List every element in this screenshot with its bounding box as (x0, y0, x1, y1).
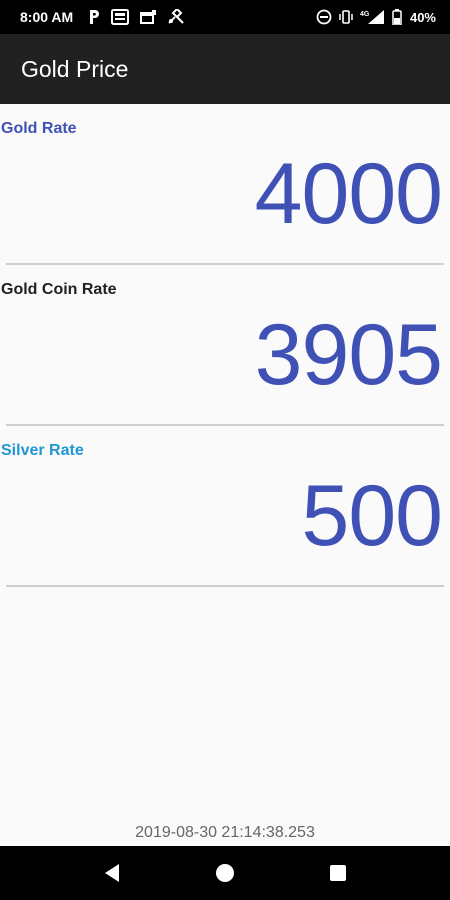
last-updated-timestamp: 2019-08-30 21:14:38.253 (135, 824, 315, 841)
app-bar: Gold Price (0, 34, 450, 104)
gold-coin-rate-value: 3905 (254, 307, 443, 403)
silver-rate-label: Silver Rate (1, 442, 84, 459)
recents-icon (330, 865, 346, 881)
calendar-icon (139, 9, 157, 25)
gold-coin-rate-card: Gold Coin Rate 3905 (0, 265, 450, 426)
divider (6, 585, 444, 587)
status-left-icons (87, 9, 185, 25)
gold-rate-value: 4000 (254, 146, 443, 242)
satellite-icon (167, 9, 185, 25)
battery-icon (392, 9, 402, 25)
app-screen: 8:00 AM 4G 40% Gold Price Gold Rate 4000… (0, 0, 450, 900)
silver-rate-value: 500 (301, 468, 443, 564)
back-button[interactable] (82, 846, 142, 900)
news-icon (111, 9, 130, 25)
gold-rate-label: Gold Rate (1, 120, 77, 137)
recents-button[interactable] (308, 846, 368, 900)
back-icon (105, 864, 119, 882)
status-bar: 8:00 AM 4G 40% (0, 0, 450, 34)
home-button[interactable] (195, 846, 255, 900)
gold-rate-card: Gold Rate 4000 (0, 104, 450, 265)
status-right-icons: 4G 40% (316, 0, 436, 34)
silver-rate-card: Silver Rate 500 (0, 426, 450, 587)
battery-percent: 40% (409, 9, 436, 25)
navigation-bar (0, 846, 450, 900)
vibrate-icon (338, 9, 354, 25)
status-time: 8:00 AM (20, 9, 74, 25)
gold-coin-rate-label: Gold Coin Rate (1, 281, 117, 298)
page-title: Gold Price (21, 55, 129, 82)
svg-text:4G: 4G (360, 11, 370, 18)
dnd-icon (316, 9, 332, 25)
signal-4g-icon: 4G (360, 9, 386, 25)
parking-icon (87, 9, 101, 25)
home-icon (216, 864, 234, 882)
